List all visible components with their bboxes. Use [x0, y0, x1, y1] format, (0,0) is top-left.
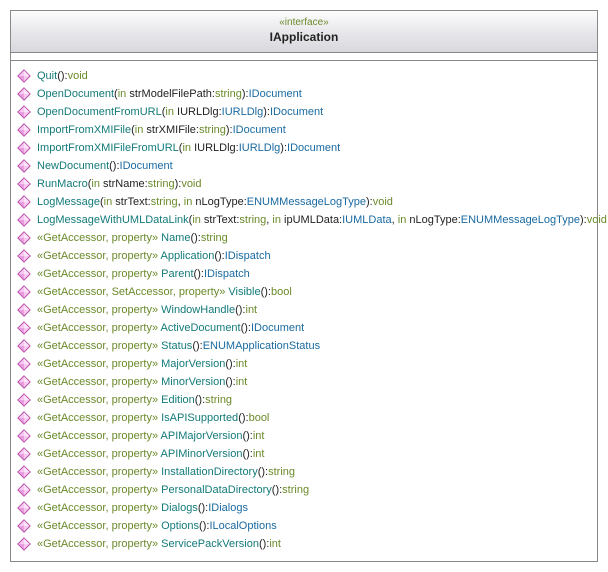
member-row: «GetAccessor, property» InstallationDire… [15, 463, 593, 481]
operation-icon [17, 447, 31, 461]
member-row: LogMessageWithUMLDataLink(in strText:str… [15, 211, 593, 229]
member-row: «GetAccessor, property» Status():ENUMApp… [15, 337, 593, 355]
operations-compartment: Quit():voidOpenDocument(in strModelFileP… [11, 61, 597, 561]
operation-icon [17, 123, 31, 137]
operation-icon [17, 249, 31, 263]
member-signature: «GetAccessor, property» Application():ID… [37, 247, 271, 265]
member-signature: «GetAccessor, property» Edition():string [37, 391, 232, 409]
member-signature: «GetAccessor, property» APIMinorVersion(… [37, 445, 264, 463]
member-row: «GetAccessor, property» Name():string [15, 229, 593, 247]
member-row: «GetAccessor, property» APIMinorVersion(… [15, 445, 593, 463]
operation-icon [17, 213, 31, 227]
member-row: «GetAccessor, property» MinorVersion():i… [15, 373, 593, 391]
member-signature: «GetAccessor, property» MajorVersion():i… [37, 355, 247, 373]
operation-icon [17, 285, 31, 299]
member-row: ImportFromXMIFileFromURL(in IURLDlg:IURL… [15, 139, 593, 157]
operation-icon [17, 375, 31, 389]
member-signature: Quit():void [37, 67, 88, 85]
operation-icon [17, 69, 31, 83]
member-signature: RunMacro(in strName:string):void [37, 175, 202, 193]
member-signature: «GetAccessor, property» ActiveDocument()… [37, 319, 304, 337]
member-row: «GetAccessor, property» Options():ILocal… [15, 517, 593, 535]
member-row: «GetAccessor, property» MajorVersion():i… [15, 355, 593, 373]
member-signature: «GetAccessor, property» Dialogs():IDialo… [37, 499, 248, 517]
member-row: «GetAccessor, property» ServicePackVersi… [15, 535, 593, 553]
member-row: «GetAccessor, property» Dialogs():IDialo… [15, 499, 593, 517]
member-signature: «GetAccessor, property» Name():string [37, 229, 228, 247]
class-name: IApplication [11, 30, 597, 44]
member-row: «GetAccessor, property» Edition():string [15, 391, 593, 409]
operation-icon [17, 321, 31, 335]
member-signature: «GetAccessor, property» WindowHandle():i… [37, 301, 257, 319]
member-signature: «GetAccessor, property» InstallationDire… [37, 463, 295, 481]
member-signature: «GetAccessor, property» MinorVersion():i… [37, 373, 247, 391]
operation-icon [17, 159, 31, 173]
class-stereotype: «interface» [11, 17, 597, 28]
member-row: «GetAccessor, SetAccessor, property» Vis… [15, 283, 593, 301]
uml-interface-box: «interface» IApplication Quit():voidOpen… [10, 10, 598, 562]
operation-icon [17, 393, 31, 407]
member-signature: «GetAccessor, property» ServicePackVersi… [37, 535, 281, 553]
member-row: LogMessage(in strText:string, in nLogTyp… [15, 193, 593, 211]
member-row: RunMacro(in strName:string):void [15, 175, 593, 193]
member-signature: «GetAccessor, property» Options():ILocal… [37, 517, 277, 535]
member-signature: ImportFromXMIFileFromURL(in IURLDlg:IURL… [37, 139, 340, 157]
member-row: NewDocument():IDocument [15, 157, 593, 175]
operation-icon [17, 339, 31, 353]
member-signature: ImportFromXMIFile(in strXMIFile:string):… [37, 121, 286, 139]
member-signature: «GetAccessor, SetAccessor, property» Vis… [37, 283, 292, 301]
member-signature: «GetAccessor, property» Parent():IDispat… [37, 265, 250, 283]
member-row: Quit():void [15, 67, 593, 85]
member-row: «GetAccessor, property» PersonalDataDire… [15, 481, 593, 499]
member-signature: «GetAccessor, property» Status():ENUMApp… [37, 337, 320, 355]
member-row: «GetAccessor, property» APIMajorVersion(… [15, 427, 593, 445]
member-row: OpenDocument(in strModelFilePath:string)… [15, 85, 593, 103]
operation-icon [17, 357, 31, 371]
operation-icon [17, 465, 31, 479]
member-signature: NewDocument():IDocument [37, 157, 173, 175]
member-row: «GetAccessor, property» WindowHandle():i… [15, 301, 593, 319]
operation-icon [17, 519, 31, 533]
operation-icon [17, 87, 31, 101]
operation-icon [17, 429, 31, 443]
member-signature: OpenDocumentFromURL(in IURLDlg:IURLDlg):… [37, 103, 323, 121]
operation-icon [17, 177, 31, 191]
operation-icon [17, 483, 31, 497]
operation-icon [17, 501, 31, 515]
member-row: «GetAccessor, property» Application():ID… [15, 247, 593, 265]
operation-icon [17, 537, 31, 551]
operation-icon [17, 105, 31, 119]
operation-icon [17, 267, 31, 281]
attributes-compartment-empty [11, 53, 597, 61]
member-row: «GetAccessor, property» Parent():IDispat… [15, 265, 593, 283]
operation-icon [17, 411, 31, 425]
operation-icon [17, 141, 31, 155]
operation-icon [17, 231, 31, 245]
class-header: «interface» IApplication [11, 11, 597, 53]
member-signature: LogMessage(in strText:string, in nLogTyp… [37, 193, 393, 211]
member-signature: «GetAccessor, property» PersonalDataDire… [37, 481, 309, 499]
member-row: «GetAccessor, property» IsAPISupported()… [15, 409, 593, 427]
member-row: «GetAccessor, property» ActiveDocument()… [15, 319, 593, 337]
member-signature: «GetAccessor, property» APIMajorVersion(… [37, 427, 264, 445]
member-signature: «GetAccessor, property» IsAPISupported()… [37, 409, 269, 427]
operation-icon [17, 303, 31, 317]
member-row: OpenDocumentFromURL(in IURLDlg:IURLDlg):… [15, 103, 593, 121]
member-signature: LogMessageWithUMLDataLink(in strText:str… [37, 211, 607, 229]
member-signature: OpenDocument(in strModelFilePath:string)… [37, 85, 302, 103]
member-row: ImportFromXMIFile(in strXMIFile:string):… [15, 121, 593, 139]
operation-icon [17, 195, 31, 209]
